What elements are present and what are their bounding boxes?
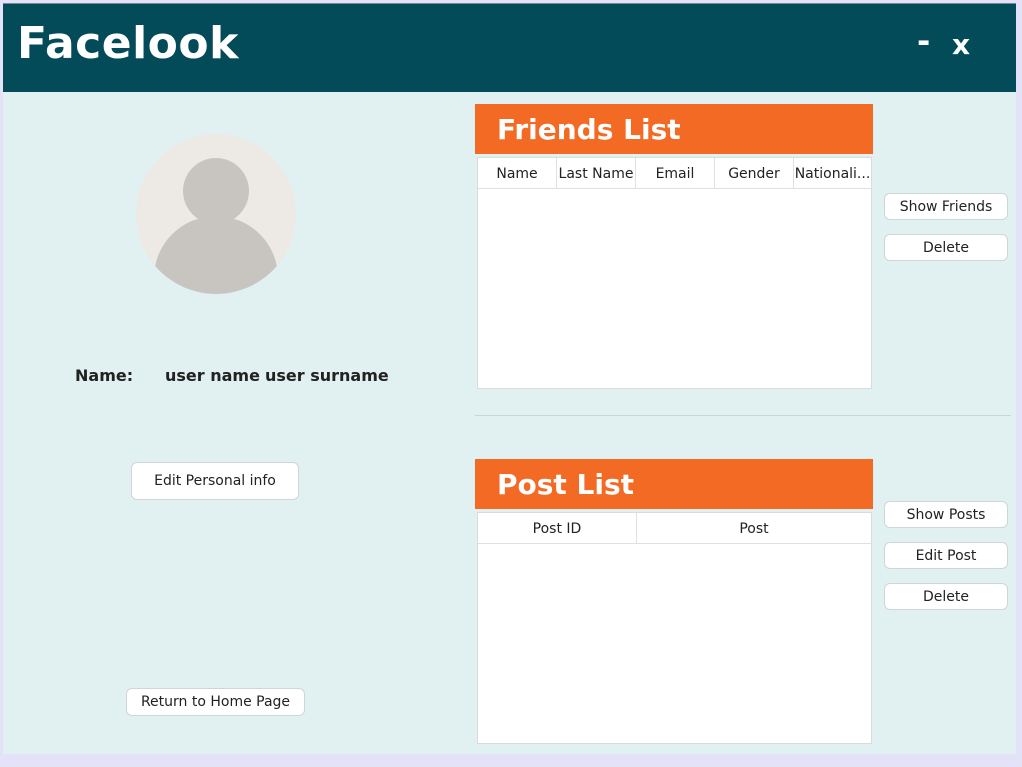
avatar-body-shape <box>154 216 278 294</box>
minimize-button[interactable]: - <box>917 22 930 60</box>
posts-table[interactable]: Post ID Post <box>477 512 872 744</box>
user-name-value: user name <box>165 366 260 385</box>
column-header-post-id[interactable]: Post ID <box>478 513 637 544</box>
name-label: Name: <box>75 366 134 385</box>
column-header-name[interactable]: Name <box>478 158 557 189</box>
app-window: Facelook - x Name: user name user surnam… <box>3 3 1016 754</box>
app-title: Facelook <box>17 18 239 69</box>
friends-list-header: Friends List <box>475 104 873 154</box>
posts-table-header: Post ID Post <box>478 513 871 544</box>
column-header-email[interactable]: Email <box>636 158 715 189</box>
delete-post-button[interactable]: Delete <box>884 583 1008 610</box>
delete-friend-button[interactable]: Delete <box>884 234 1008 261</box>
edit-personal-info-button[interactable]: Edit Personal info <box>131 462 299 500</box>
close-button[interactable]: x <box>952 28 970 61</box>
column-header-post[interactable]: Post <box>637 513 871 544</box>
friends-table-header: Name Last Name Email Gender Nationali... <box>478 158 871 189</box>
column-header-nationality[interactable]: Nationali... <box>794 158 871 189</box>
friends-table[interactable]: Name Last Name Email Gender Nationali... <box>477 157 872 389</box>
column-header-last-name[interactable]: Last Name <box>557 158 636 189</box>
avatar-head-shape <box>183 158 249 224</box>
avatar-icon <box>136 134 296 294</box>
column-header-gender[interactable]: Gender <box>715 158 794 189</box>
post-list-header: Post List <box>475 459 873 509</box>
edit-post-button[interactable]: Edit Post <box>884 542 1008 569</box>
title-bar: Facelook - x <box>3 4 1016 92</box>
show-friends-button[interactable]: Show Friends <box>884 193 1008 220</box>
show-posts-button[interactable]: Show Posts <box>884 501 1008 528</box>
section-divider <box>475 415 1011 416</box>
return-home-button[interactable]: Return to Home Page <box>126 688 305 716</box>
user-surname-value: user surname <box>265 366 389 385</box>
